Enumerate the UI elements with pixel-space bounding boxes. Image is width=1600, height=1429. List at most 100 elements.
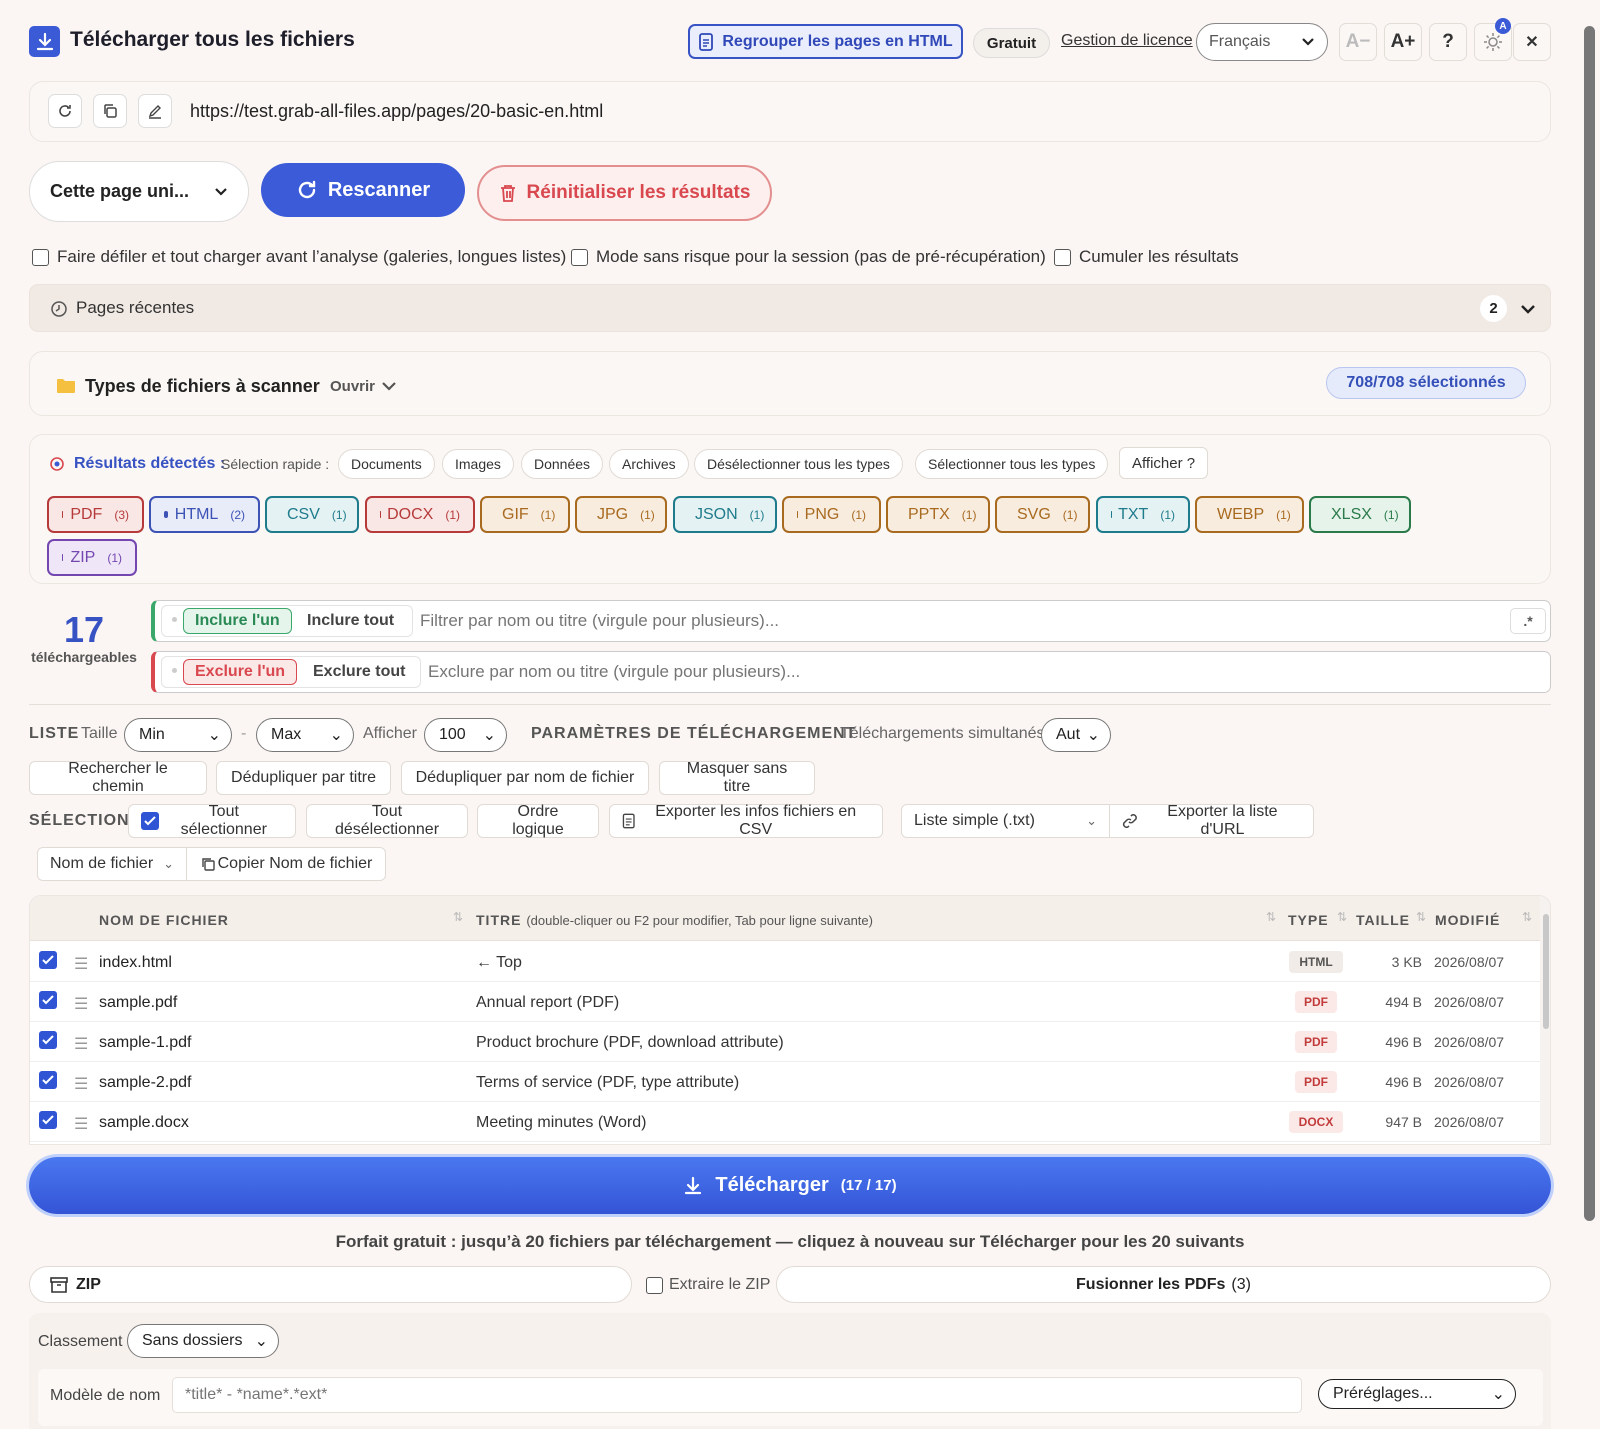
reset-results-button[interactable]: Réinitialiser les résultats (477, 165, 772, 221)
column-title[interactable]: TITRE (double-cliquer ou F2 pour modifie… (476, 912, 873, 928)
scroll-load-checkbox[interactable] (32, 248, 49, 266)
type-chip-gif[interactable]: GIF (1) (480, 496, 570, 533)
rescan-button[interactable]: Rescanner (261, 163, 465, 217)
url-text[interactable]: https://test.grab-all-files.app/pages/20… (190, 101, 603, 122)
table-row[interactable]: ☰ index.html ← Top HTML 3 KB 2026/08/07 (30, 942, 1540, 982)
type-chip-json[interactable]: JSON (1) (673, 496, 777, 533)
dedupe-filename-button[interactable]: Dédupliquer par nom de fichier (401, 761, 649, 795)
download-button[interactable]: Télécharger (17 / 17) (29, 1157, 1551, 1214)
regex-toggle[interactable]: .* (1510, 608, 1546, 634)
copy-url-button[interactable] (93, 94, 127, 128)
file-types-toggle[interactable]: Ouvrir (330, 378, 397, 395)
merge-pdfs-button[interactable]: Fusionner les PDFs (3) (776, 1266, 1551, 1303)
table-row[interactable]: ☰ sample.pdf Annual report (PDF) PDF 494 B 20… (30, 982, 1540, 1022)
drag-handle-icon[interactable]: ☰ (74, 1034, 88, 1054)
export-csv-button[interactable]: Exporter les infos fichiers en CSV (609, 803, 883, 838)
deselect-all-button[interactable]: Tout désélectionner (306, 803, 468, 838)
copy-field-select[interactable]: Nom de fichier ⌄ (37, 847, 187, 881)
include-one-toggle[interactable]: Inclure l'un (183, 608, 292, 634)
type-chip-pptx[interactable]: PPTX (1) (886, 496, 990, 533)
sort-icon[interactable]: ⇅ (1522, 910, 1532, 924)
list-format-select[interactable]: Liste simple (.txt) ⌄ (901, 804, 1110, 838)
select-all-button[interactable]: Tout sélectionner (128, 803, 296, 838)
accumulate-checkbox[interactable] (1054, 248, 1071, 266)
include-all-toggle[interactable]: Inclure tout (296, 608, 405, 634)
table-scrollbar[interactable] (1540, 896, 1550, 1144)
drag-handle-icon[interactable]: ☰ (74, 1114, 88, 1134)
select-all-checkbox[interactable] (141, 812, 159, 830)
type-chip-docx[interactable]: DOCX (1) (365, 496, 475, 533)
extract-zip-option[interactable]: Extraire le ZIP (646, 1276, 770, 1294)
zip-toggle[interactable]: ZIP (29, 1266, 632, 1303)
exclude-one-toggle[interactable]: Exclure l'un (183, 659, 298, 685)
table-scrollbar-thumb[interactable] (1543, 914, 1549, 1029)
per-page-select[interactable]: 100 ⌄ (424, 718, 507, 752)
type-chip-xlsx[interactable]: XLSX (1) (1309, 496, 1411, 533)
sort-icon[interactable]: ⇅ (1416, 910, 1426, 924)
row-title[interactable]: Annual report (PDF) (476, 994, 619, 1012)
row-checkbox[interactable] (39, 991, 57, 1009)
name-model-input[interactable] (172, 1377, 1302, 1413)
column-type[interactable]: TYPE (1288, 912, 1329, 928)
size-max-select[interactable]: Max ⌄ (256, 718, 354, 752)
export-urls-button[interactable]: Exporter la liste d'URL (1109, 803, 1314, 838)
safe-mode-checkbox[interactable] (571, 248, 588, 266)
row-title[interactable]: Meeting minutes (Word) (476, 1114, 646, 1132)
type-chip-csv[interactable]: CSV (1) (265, 496, 359, 533)
table-row[interactable]: ☰ sample-1.pdf Product brochure (PDF, down… (30, 1022, 1540, 1062)
quick-data-button[interactable]: Données (521, 449, 604, 479)
row-title[interactable]: Product brochure (PDF, download attribut… (476, 1034, 784, 1052)
row-checkbox[interactable] (39, 1031, 57, 1049)
classement-select[interactable]: Sans dossiers ⌄ (127, 1324, 279, 1358)
accumulate-option[interactable]: Cumuler les résultats (1054, 247, 1245, 267)
column-name[interactable]: NOM DE FICHIER (99, 912, 229, 928)
type-chip-webp[interactable]: WEBP (1) (1195, 496, 1304, 533)
quick-archives-button[interactable]: Archives (609, 449, 689, 479)
type-chip-pdf[interactable]: PDF (3) (47, 496, 144, 533)
deselect-all-types-button[interactable]: Désélectionner tous les types (694, 449, 903, 479)
sort-icon[interactable]: ⇅ (1266, 910, 1276, 924)
font-increase-button[interactable]: A+ (1384, 23, 1422, 61)
column-modified[interactable]: MODIFIÉ (1435, 912, 1500, 928)
copy-field-button[interactable]: Copier Nom de fichier (186, 847, 386, 881)
hide-untitled-button[interactable]: Masquer sans titre (659, 760, 815, 795)
show-help-button[interactable]: Afficher ? (1119, 447, 1209, 479)
extract-zip-checkbox[interactable] (646, 1276, 663, 1294)
row-title[interactable]: Terms of service (PDF, type attribute) (476, 1074, 739, 1092)
page-scrollbar[interactable] (1584, 26, 1595, 1221)
search-path-button[interactable]: Rechercher le chemin (29, 760, 207, 795)
quick-images-button[interactable]: Images (442, 449, 514, 479)
presets-select[interactable]: Préréglages... ⌄ (1318, 1379, 1516, 1409)
column-size[interactable]: TAILLE (1356, 912, 1410, 928)
type-chip-jpg[interactable]: JPG (1) (575, 496, 667, 533)
type-chip-txt[interactable]: TXT (1) (1096, 496, 1190, 533)
drag-handle-icon[interactable]: ☰ (74, 994, 88, 1014)
exclude-all-toggle[interactable]: Exclure tout (302, 659, 416, 685)
size-min-select[interactable]: Min ⌄ (124, 718, 232, 752)
edit-url-button[interactable] (138, 94, 172, 128)
help-button[interactable]: ? (1429, 23, 1467, 61)
drag-handle-icon[interactable]: ☰ (74, 954, 88, 974)
reload-button[interactable] (48, 94, 82, 128)
exclude-filter-input[interactable] (428, 659, 1428, 685)
drag-handle-icon[interactable]: ☰ (74, 1074, 88, 1094)
type-chip-svg[interactable]: SVG (1) (995, 496, 1090, 533)
table-row[interactable]: ☰ sample.docx Meeting minutes (Word) DOCX 94… (30, 1102, 1540, 1142)
quick-documents-button[interactable]: Documents (338, 449, 435, 479)
scroll-load-option[interactable]: Faire défiler et tout charger avant l’an… (32, 247, 572, 267)
scope-select[interactable]: Cette page uni... (29, 161, 249, 222)
select-all-types-button[interactable]: Sélectionner tous les types (915, 449, 1109, 479)
type-chip-png[interactable]: PNG (1) (782, 496, 881, 533)
row-checkbox[interactable] (39, 1071, 57, 1089)
include-filter-input[interactable] (420, 608, 1420, 634)
concurrent-select[interactable]: Aut ⌄ (1041, 718, 1111, 752)
row-checkbox[interactable] (39, 951, 57, 969)
language-select[interactable]: Français (1196, 23, 1328, 61)
safe-mode-option[interactable]: Mode sans risque pour la session (pas de… (571, 247, 1052, 267)
row-checkbox[interactable] (39, 1111, 57, 1129)
license-link[interactable]: Gestion de licence (1061, 32, 1193, 50)
merge-html-button[interactable]: Regrouper les pages en HTML (688, 24, 963, 59)
close-button[interactable]: ✕ (1513, 23, 1551, 61)
row-title[interactable]: ← Top (476, 954, 522, 972)
table-row[interactable]: ☰ sample-2.pdf Terms of service (PDF, type… (30, 1062, 1540, 1102)
